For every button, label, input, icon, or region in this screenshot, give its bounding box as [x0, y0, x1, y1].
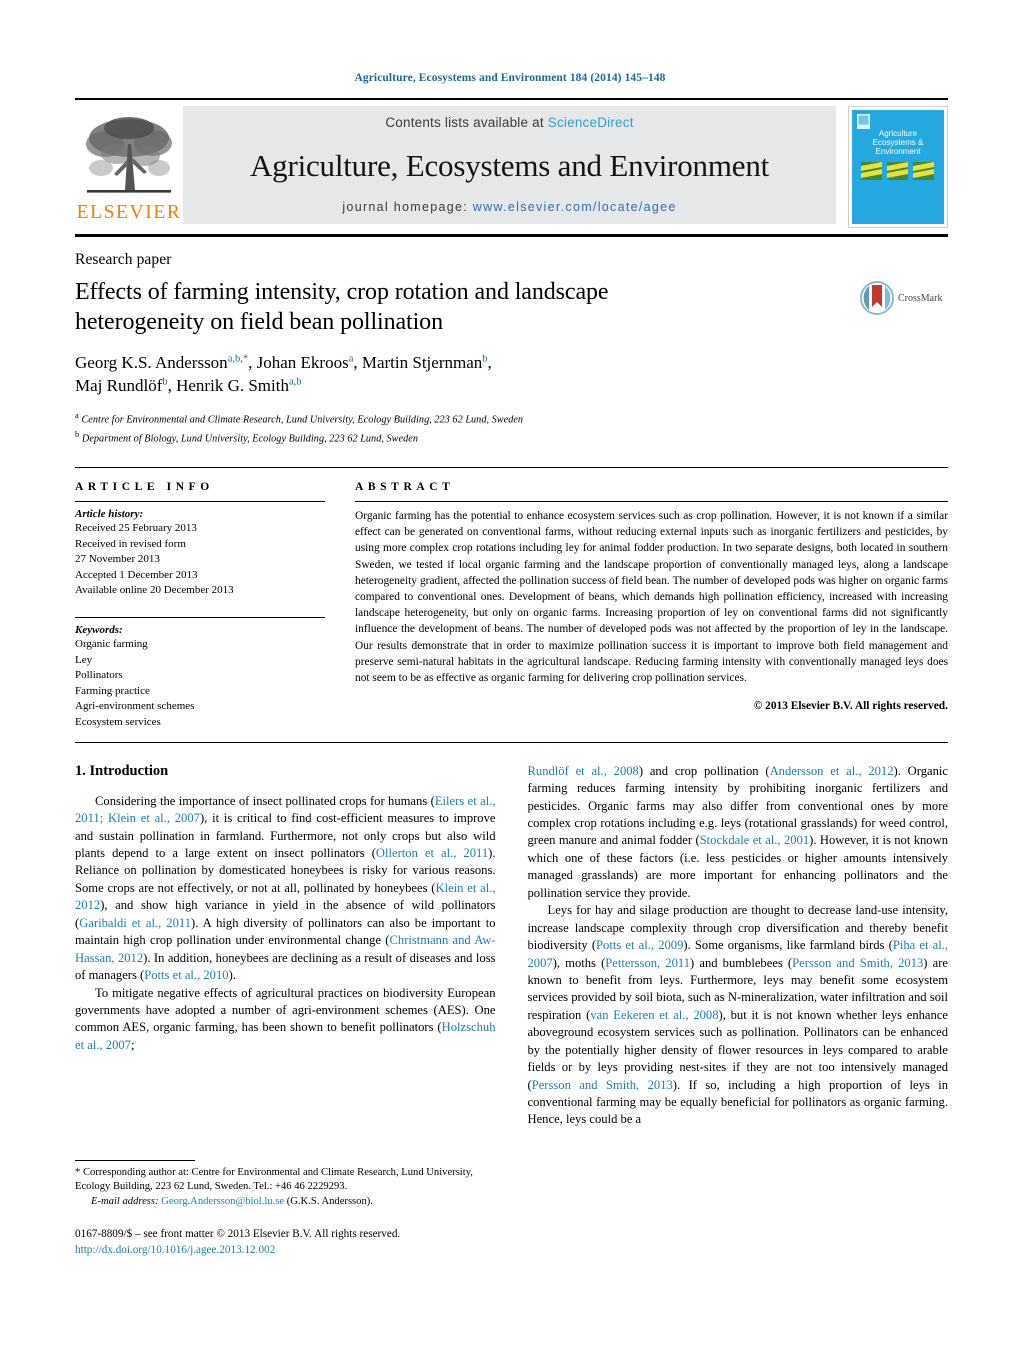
article-info-rule: [75, 501, 325, 502]
keyword-item: Farming practice: [75, 684, 150, 697]
abstract-text: Organic farming has the potential to enh…: [355, 510, 948, 684]
paragraph: Leys for hay and silage production are t…: [527, 903, 949, 1127]
article-history-item: Available online 20 December 2013: [75, 584, 234, 597]
affiliation-item: b Department of Biology, Lund University…: [75, 428, 948, 447]
email-label: E-mail address:: [91, 1195, 159, 1207]
keyword-item: Agri-environment schemes: [75, 700, 195, 713]
author-name: Maj Rundlöf: [75, 376, 163, 396]
affiliation-item: a Centre for Environmental and Climate R…: [75, 409, 948, 428]
author-affil-marker[interactable]: a,b: [289, 376, 302, 387]
article-history-item: Received 25 February 2013: [75, 522, 197, 534]
issn-line: 0167-8809/$ – see front matter © 2013 El…: [75, 1228, 401, 1241]
elsevier-wordmark: ELSEVIER: [76, 202, 182, 223]
sciencedirect-link[interactable]: ScienceDirect: [548, 115, 634, 130]
crossmark-label: CrossMark: [898, 292, 943, 304]
body-column-left: 1. Introduction Considering the importan…: [75, 763, 496, 1129]
keyword-item: Ley: [75, 653, 93, 666]
page-title: Effects of farming intensity, crop rotat…: [75, 279, 609, 335]
abstract-column: ABSTRACT Organic farming has the potenti…: [355, 481, 948, 731]
elsevier-logo: ELSEVIER: [75, 106, 183, 223]
affiliation-text: Centre for Environmental and Climate Res…: [81, 414, 524, 426]
keyword-item: Pollinators: [75, 669, 123, 682]
svg-text:Environment: Environment: [876, 147, 922, 156]
email-link[interactable]: Georg.Andersson@biol.lu.se: [161, 1196, 284, 1207]
article-history-item: Received in revised form: [75, 537, 186, 550]
journal-masthead: ELSEVIER Contents lists available at Sci…: [75, 98, 948, 228]
section-heading-introduction: 1. Introduction: [75, 762, 169, 779]
abstract-copyright: © 2013 Elsevier B.V. All rights reserved…: [753, 700, 948, 713]
title-block: Research paper Effects of farming intens…: [75, 251, 948, 447]
doi-link[interactable]: http://dx.doi.org/10.1016/j.agee.2013.12…: [75, 1242, 483, 1258]
asterisk-icon: *: [75, 1167, 81, 1178]
journal-homepage-line: journal homepage: www.elsevier.com/locat…: [342, 200, 676, 214]
author-affil-marker[interactable]: a,b,*: [228, 353, 248, 364]
author-affil-marker[interactable]: a: [349, 353, 354, 364]
footnote-rule: [75, 1160, 195, 1161]
article-history-label: Article history:: [75, 508, 144, 520]
journal-title: Agriculture, Ecosystems and Environment: [249, 147, 770, 183]
body-column-right: Rundlöf et al., 2008) and crop pollinati…: [528, 763, 949, 1129]
article-info-heading: ARTICLE INFO: [75, 481, 214, 493]
corresponding-author-note: * Corresponding author at: Centre for En…: [75, 1166, 483, 1195]
keyword-item: Ecosystem services: [75, 716, 161, 729]
author-name: Martin Stjernman: [361, 353, 483, 373]
abstract-bottom-rule: [75, 741, 948, 743]
author-name: Johan Ekroos: [256, 353, 349, 373]
paper-page: Agriculture, Ecosystems and Environment …: [0, 0, 1020, 1351]
paper-type-label: Research paper: [75, 251, 172, 268]
elsevier-tree-icon: [86, 117, 172, 193]
keyword-item: Organic farming: [75, 638, 148, 651]
affiliation-text: Department of Biology, Lund University, …: [81, 433, 418, 445]
corresponding-author-text: Corresponding author at: Centre for Envi…: [75, 1167, 473, 1193]
paragraph: Rundlöf et al., 2008) and crop pollinati…: [527, 763, 949, 900]
running-head: Agriculture, Ecosystems and Environment …: [354, 72, 666, 84]
journal-cover-icon: Agriculture Ecosystems & Environment: [852, 110, 944, 224]
abstract-rule: [355, 501, 948, 502]
author-affil-marker[interactable]: b: [162, 376, 167, 387]
article-history-item: 27 November 2013: [75, 553, 160, 566]
author-affil-marker[interactable]: b: [482, 353, 487, 364]
journal-band: Contents lists available at ScienceDirec…: [183, 106, 836, 224]
affiliation-list: a Centre for Environmental and Climate R…: [75, 409, 948, 447]
email-note: E-mail address: Georg.Andersson@biol.lu.…: [75, 1195, 483, 1209]
affiliation-marker: b: [75, 429, 80, 440]
paragraph: Considering the importance of insect pol…: [75, 793, 496, 983]
footnote-area: * Corresponding author at: Centre for En…: [75, 1160, 483, 1259]
keywords-label: Keywords:: [75, 624, 123, 637]
article-history-item: Accepted 1 December 2013: [75, 568, 198, 581]
body-columns: 1. Introduction Considering the importan…: [75, 763, 948, 1129]
masthead-bottom-rule: [75, 234, 948, 237]
article-info-column: ARTICLE INFO Article history: Received 2…: [75, 481, 325, 731]
author-list: Georg K.S. Anderssona,b,*, Johan Ekroosa…: [75, 353, 492, 396]
journal-cover-thumbnail: Agriculture Ecosystems & Environment: [848, 106, 948, 228]
svg-text:Ecosystems &: Ecosystems &: [873, 138, 924, 147]
abstract-heading: ABSTRACT: [355, 481, 455, 493]
keywords-rule: [75, 617, 325, 619]
info-abstract-row: ARTICLE INFO Article history: Received 2…: [75, 481, 948, 731]
homepage-label: journal homepage:: [342, 200, 469, 214]
contents-prefix: Contents lists available at: [385, 115, 544, 130]
info-top-rule: [75, 467, 948, 468]
author-name: Henrik G. Smith: [176, 376, 289, 396]
crossmark-icon: [860, 281, 894, 315]
svg-text:Agriculture: Agriculture: [879, 129, 918, 138]
email-attribution: (G.K.S. Andersson).: [286, 1195, 373, 1207]
contents-lists-line: Contents lists available at ScienceDirec…: [385, 115, 633, 130]
crossmark-badge[interactable]: CrossMark: [860, 281, 948, 315]
homepage-url-link[interactable]: www.elsevier.com/locate/agee: [473, 200, 677, 214]
author-name: Georg K.S. Andersson: [75, 353, 228, 373]
paragraph: To mitigate negative effects of agricult…: [75, 985, 496, 1052]
affiliation-marker: a: [75, 410, 79, 421]
issn-block: 0167-8809/$ – see front matter © 2013 El…: [75, 1226, 483, 1258]
